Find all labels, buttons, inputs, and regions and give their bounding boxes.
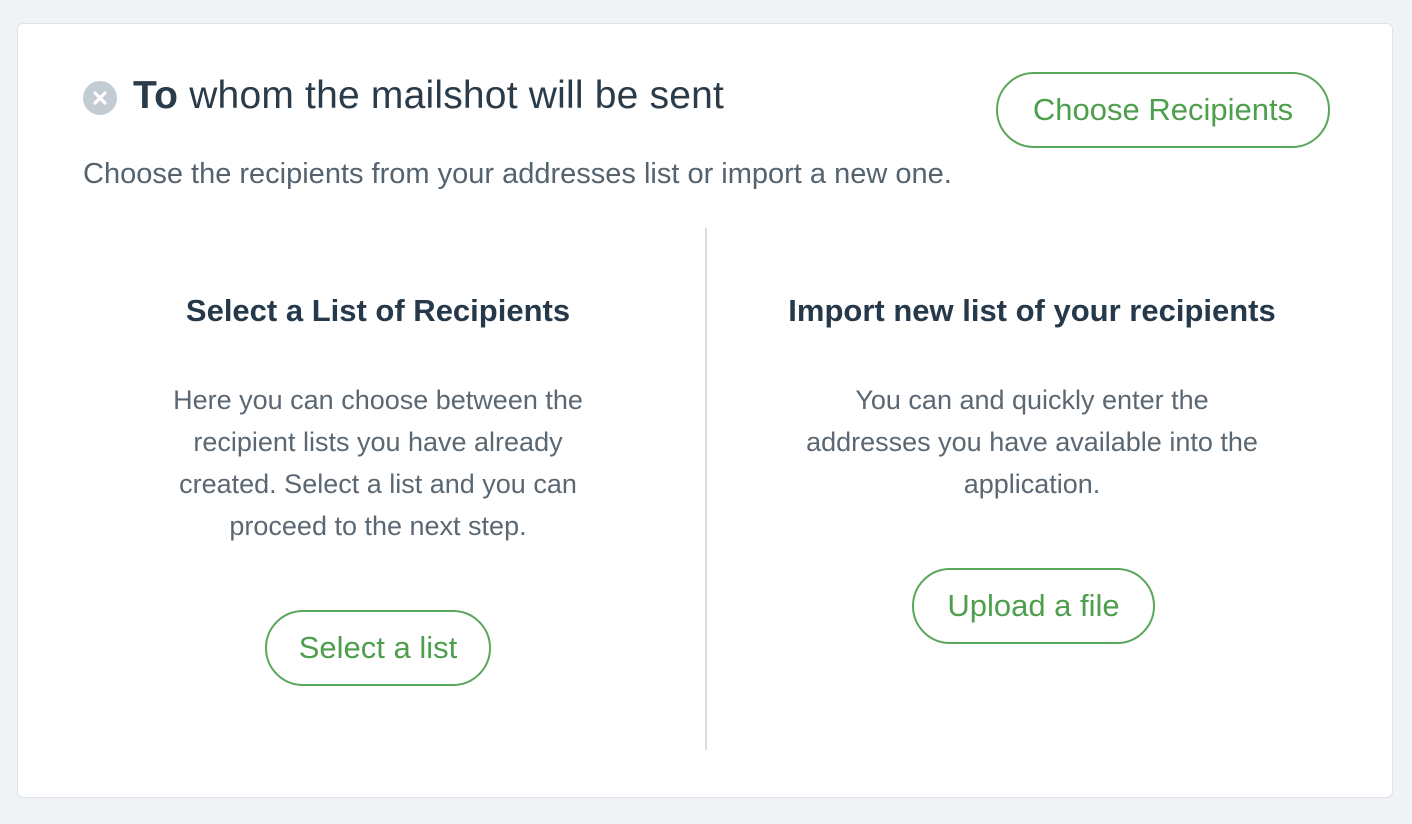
close-circle-icon: [83, 81, 117, 115]
select-list-panel: Select a List of Recipients Here you can…: [78, 289, 678, 541]
column-divider: [705, 228, 707, 750]
section-title-rest: whom the mailshot will be sent: [178, 74, 725, 117]
section-subtitle: Choose the recipients from your addresse…: [83, 158, 952, 190]
import-list-title: Import new list of your recipients: [788, 293, 1276, 328]
select-list-description: Here you can choose between the recipien…: [173, 385, 583, 541]
section-title: To whom the mailshot will be sent: [133, 68, 724, 124]
import-list-panel: Import new list of your recipients You c…: [732, 289, 1332, 499]
select-list-button[interactable]: Select a list: [265, 610, 491, 686]
import-list-description: You can and quickly enter the addresses …: [806, 385, 1258, 499]
choose-recipients-button[interactable]: Choose Recipients: [996, 72, 1330, 148]
recipients-card: To whom the mailshot will be sent Choose…: [17, 23, 1393, 798]
select-list-title: Select a List of Recipients: [185, 293, 571, 328]
x-mark-icon: [93, 91, 107, 105]
section-title-bold: To: [133, 74, 179, 117]
upload-file-button[interactable]: Upload a file: [912, 568, 1155, 644]
